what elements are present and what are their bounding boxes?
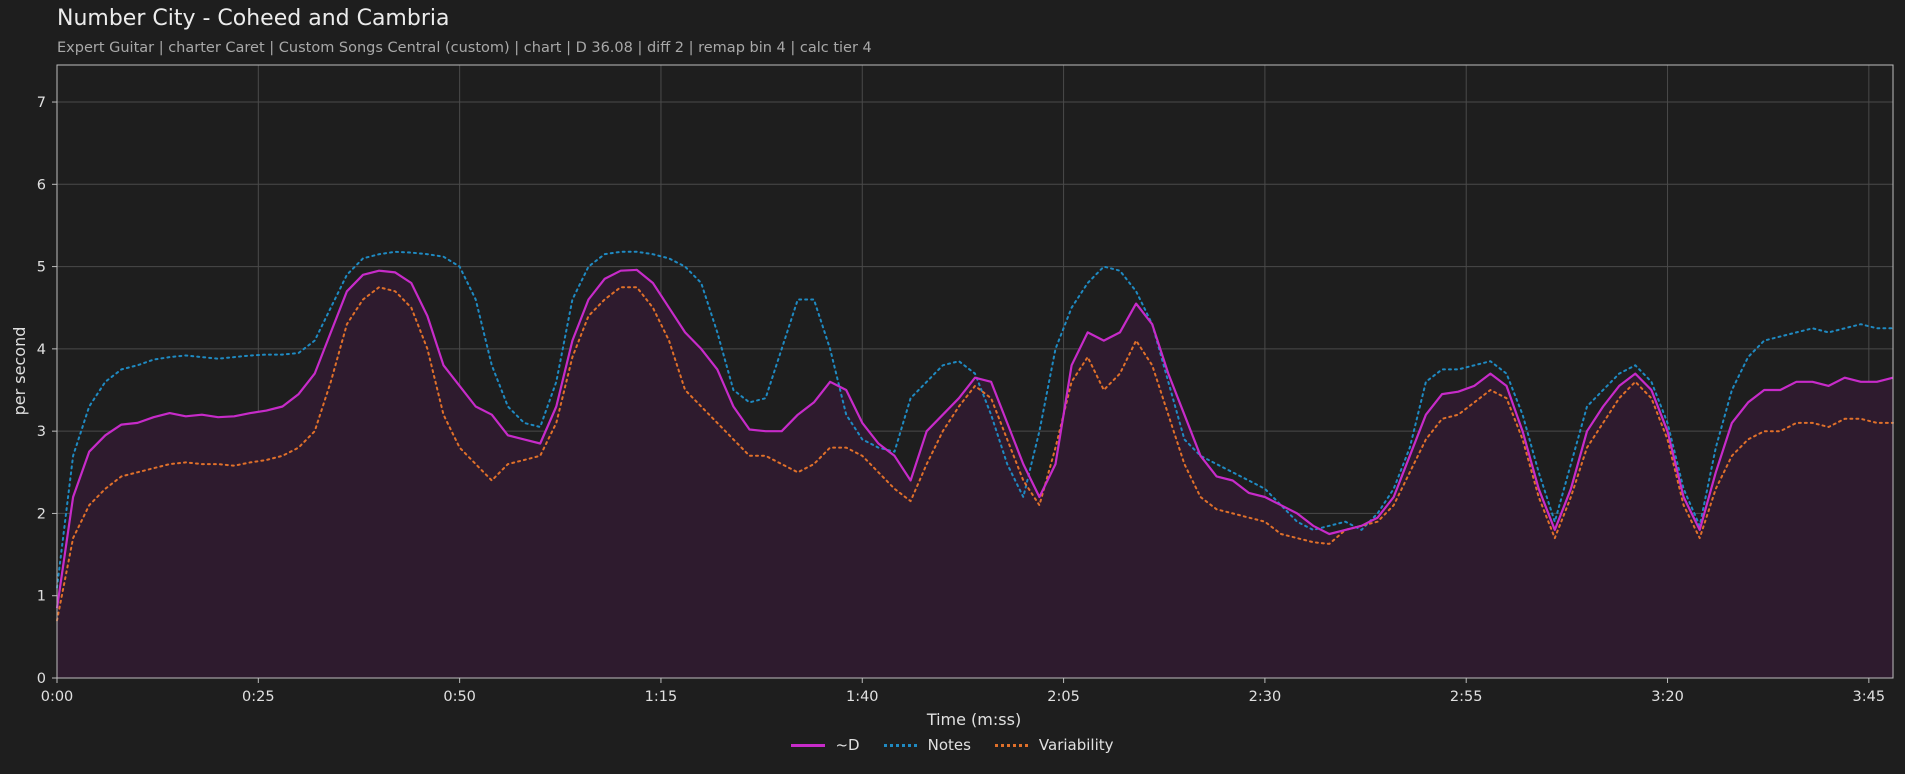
x-tick-label: 1:40	[846, 689, 879, 705]
legend-label-notes: Notes	[927, 736, 971, 754]
y-axis-label: per second	[10, 327, 29, 416]
legend-swatch-notes	[883, 743, 918, 747]
legend-label-d: ~D	[835, 736, 860, 754]
y-tick-label: 0	[37, 671, 46, 687]
legend-swatch-d	[791, 743, 826, 747]
x-tick-label: 1:15	[645, 689, 678, 705]
legend-item-variability: Variability	[994, 736, 1114, 754]
legend-item-notes: Notes	[883, 736, 971, 754]
chart-svg: 0:00 0:25 0:50 1:15 1:40 2:05 2:30 2:55 3:20 3:45…	[10, 64, 1894, 729]
x-tick-label: 2:05	[1047, 689, 1080, 705]
x-axis-label: Time (m:ss)	[926, 710, 1021, 729]
x-tick-label: 3:20	[1651, 689, 1684, 705]
x-tick-label: 0:50	[443, 689, 476, 705]
x-tick-label: 3:45	[1853, 689, 1886, 705]
x-tick-label: 0:00	[41, 689, 74, 705]
y-tick-label: 5	[37, 260, 46, 276]
y-tick-label: 3	[37, 424, 46, 440]
y-tick-label: 2	[37, 506, 46, 522]
legend-swatch-variability	[994, 743, 1029, 747]
y-tick-label: 1	[37, 589, 46, 605]
y-tick-label: 7	[37, 95, 46, 111]
y-tick-label: 4	[37, 342, 46, 358]
legend-label-variability: Variability	[1038, 736, 1114, 754]
x-tick-label: 0:25	[242, 689, 275, 705]
legend-item-d: ~D	[791, 736, 860, 754]
x-tick-label: 2:55	[1450, 689, 1483, 705]
y-tick-label: 6	[37, 177, 46, 193]
legend: ~D Notes Variability	[0, 736, 1905, 754]
x-tick-label: 2:30	[1249, 689, 1282, 705]
